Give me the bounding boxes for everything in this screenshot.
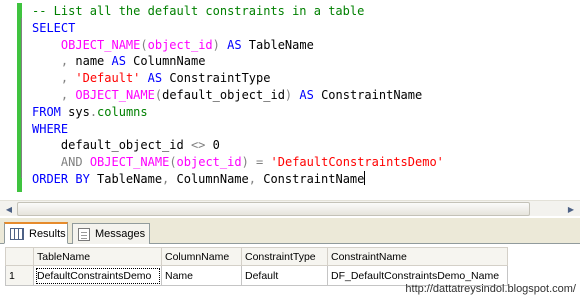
code-token: ConstraintType (162, 71, 271, 86)
code-token: -- List all the default constraints in a… (32, 4, 365, 18)
scroll-right-icon[interactable]: ▶ (563, 202, 579, 216)
code-token: SELECT (32, 20, 76, 35)
results-grid[interactable]: TableName ColumnName ConstraintType Cons… (5, 247, 508, 286)
code-token: ORDER BY (32, 171, 90, 186)
code-token: OBJECT_NAME (75, 87, 155, 102)
scroll-left-icon[interactable]: ◀ (1, 202, 17, 216)
code-token: ConstraintName (256, 171, 365, 186)
horizontal-scrollbar[interactable]: ◀ ▶ (0, 200, 580, 216)
code-token: TableName (89, 171, 163, 186)
code-token: ColumnName (125, 54, 206, 69)
code-token: <> (190, 138, 206, 153)
code-token: ColumnName (169, 171, 249, 186)
code-token: ( (154, 87, 163, 102)
messages-icon (78, 227, 90, 241)
code-token: AS (299, 87, 314, 102)
tab-messages[interactable]: Messages (72, 223, 150, 244)
column-header-tablename[interactable]: TableName (33, 247, 162, 266)
tab-messages-label: Messages (95, 228, 146, 240)
code-token: 0 (205, 138, 220, 153)
code-token: default_object_id (162, 87, 285, 102)
code-token: AND (60, 155, 83, 170)
code-line[interactable]: WHERE (32, 121, 444, 138)
code-token: FROM (32, 104, 61, 119)
text-caret (364, 170, 366, 185)
watermark-url: http://dattatreysindol.blogspot.com/ (405, 283, 576, 295)
grid-header-row: TableName ColumnName ConstraintType Cons… (5, 247, 508, 266)
code-line[interactable]: AND OBJECT_NAME(object_id) = 'DefaultCon… (32, 154, 444, 171)
cell-columnname[interactable]: Name (161, 265, 242, 286)
code-line[interactable]: , 'Default' AS ConstraintType (32, 70, 444, 87)
code-token: object_id (147, 37, 213, 52)
code-line[interactable]: SELECT (32, 20, 444, 37)
code-token: ( (169, 155, 177, 170)
code-token: name (68, 54, 112, 69)
query-editor[interactable]: -- List all the default constraints in a… (0, 0, 580, 196)
tab-results[interactable]: Results (4, 222, 68, 244)
column-header-columnname[interactable]: ColumnName (161, 247, 242, 266)
code-token: AS (147, 71, 163, 86)
code-token: WHERE (32, 121, 69, 136)
column-header-constrainttype[interactable]: ConstraintType (241, 247, 328, 266)
grid-icon (10, 227, 24, 240)
scrollbar-thumb[interactable] (17, 202, 530, 216)
outline-collapse-line (21, 18, 22, 178)
row-number-header[interactable] (5, 247, 34, 266)
code-token: object_id (176, 155, 242, 170)
code-token: ( (140, 37, 148, 52)
code-line[interactable]: FROM sys.columns (32, 104, 444, 121)
code-token: 'DefaultConstraintsDemo' (270, 155, 444, 170)
code-token: sys (60, 104, 90, 119)
code-token: OBJECT_NAME (89, 155, 170, 170)
code-line[interactable]: , OBJECT_NAME(default_object_id) AS Cons… (32, 87, 444, 104)
code-token: default_object_id (32, 138, 191, 153)
column-header-constraintname[interactable]: ConstraintName (327, 247, 508, 266)
code-token: columns (97, 104, 148, 119)
row-number[interactable]: 1 (5, 265, 34, 286)
tab-results-label: Results (29, 227, 66, 240)
code-token: TableName (241, 37, 314, 52)
code-line[interactable]: , name AS ColumnName (32, 53, 444, 70)
code-line[interactable]: default_object_id <> 0 (32, 137, 444, 154)
code-token: OBJECT_NAME (60, 37, 141, 52)
code-token: ) (241, 155, 249, 170)
cell-tablename[interactable]: DefaultConstraintsDemo (33, 265, 162, 286)
results-pane: TableName ColumnName ConstraintType Cons… (0, 245, 580, 298)
sql-code[interactable]: -- List all the default constraints in a… (32, 3, 444, 188)
code-token: 'Default' (75, 71, 141, 86)
code-line[interactable]: OBJECT_NAME(object_id) AS TableName (32, 37, 444, 54)
code-token: . (89, 104, 98, 119)
results-tab-strip: Results Messages (0, 218, 580, 244)
code-line[interactable]: -- List all the default constraints in a… (32, 3, 444, 20)
code-token: , (248, 171, 256, 186)
code-token: AS (227, 37, 242, 52)
code-line[interactable]: ORDER BY TableName, ColumnName, Constrai… (32, 170, 444, 188)
code-token: ConstraintName (313, 87, 423, 102)
code-token: ) (212, 37, 220, 52)
code-token: AS (111, 54, 126, 69)
cell-constrainttype[interactable]: Default (241, 265, 328, 286)
